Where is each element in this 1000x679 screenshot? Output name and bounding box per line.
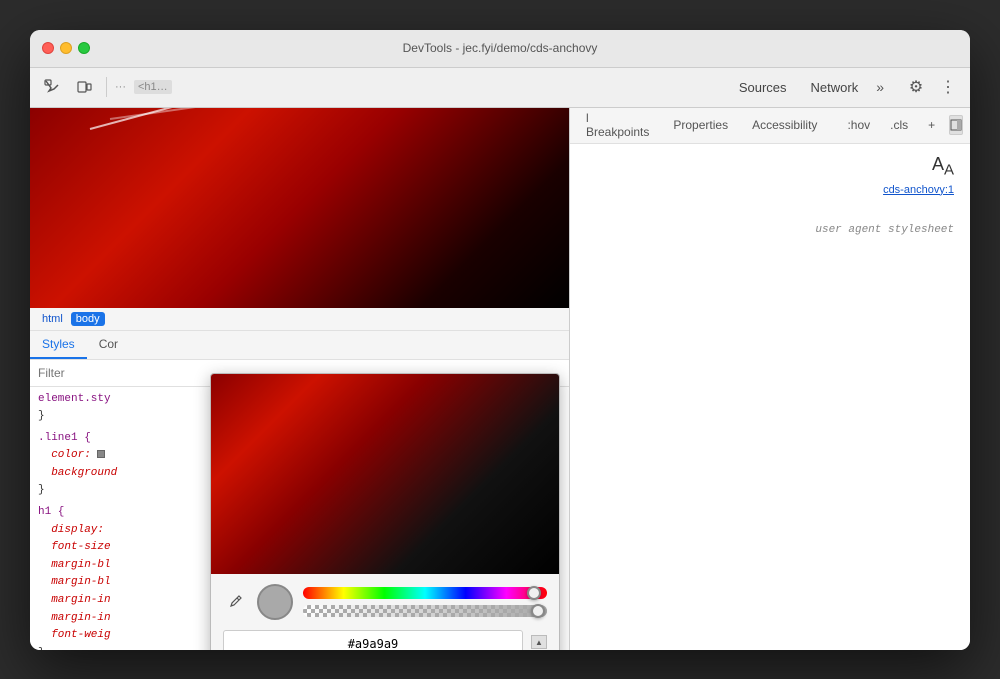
alpha-slider[interactable]: [303, 605, 547, 617]
tab-computed[interactable]: Cor: [87, 331, 130, 359]
right-content: AA cds-anchovy:1 user agent stylesheet: [570, 144, 970, 650]
color-controls: [211, 574, 559, 630]
tab-network[interactable]: Network: [799, 74, 871, 101]
tab-properties[interactable]: Properties: [665, 114, 736, 136]
page-preview: [30, 108, 569, 308]
breadcrumb-bar: html body: [30, 308, 569, 331]
devtools-window: DevTools - jec.fyi/demo/cds-anchovy ··· …: [30, 30, 970, 650]
color-preview-circle: [257, 584, 293, 620]
inspector-icon[interactable]: [38, 73, 66, 101]
close-button[interactable]: [42, 42, 54, 54]
html-breadcrumb[interactable]: html: [38, 313, 67, 325]
color-picker-popup: HEX ▲ ▼ Contrast ratio 27.05% 🚫: [210, 373, 560, 650]
tab-sources[interactable]: Sources: [727, 74, 799, 101]
alpha-overlay: [303, 605, 547, 617]
styles-header: Styles Cor: [30, 331, 569, 360]
sliders-area: [303, 587, 547, 617]
hov-button[interactable]: :hov: [841, 114, 876, 136]
cls-button[interactable]: .cls: [884, 114, 914, 136]
tab-accessibility[interactable]: Accessibility: [744, 114, 825, 136]
alpha-thumb[interactable]: [531, 604, 545, 618]
titlebar: DevTools - jec.fyi/demo/cds-anchovy: [30, 30, 970, 68]
tab-breakpoints[interactable]: l Breakpoints: [578, 108, 657, 144]
hue-slider[interactable]: [303, 587, 547, 599]
minimize-button[interactable]: [60, 42, 72, 54]
settings-icon[interactable]: ⚙: [902, 73, 930, 101]
body-breadcrumb[interactable]: body: [71, 312, 105, 326]
hex-input[interactable]: [224, 631, 522, 650]
traffic-lights: [42, 42, 90, 54]
hex-input-wrapper: [223, 630, 523, 650]
kebab-menu-icon[interactable]: ⋮: [934, 73, 962, 101]
add-rule-button[interactable]: +: [922, 114, 941, 136]
html-tag: <h1…: [134, 80, 172, 94]
right-panel: l Breakpoints Properties Accessibility :…: [570, 108, 970, 650]
toolbar-separator: [106, 77, 107, 97]
breadcrumb-dots: ···: [115, 81, 126, 93]
main-area: html body Styles Cor element.sty } .line…: [30, 108, 970, 650]
maximize-button[interactable]: [78, 42, 90, 54]
devtools-toolbar: ··· <h1… Sources Network » ⚙ ⋮: [30, 68, 970, 108]
left-panel: html body Styles Cor element.sty } .line…: [30, 108, 570, 650]
tab-styles[interactable]: Styles: [30, 331, 87, 359]
toolbar-tabs: Sources Network »: [727, 74, 890, 101]
hex-arrows: ▲ ▼: [531, 635, 547, 650]
eyedropper-button[interactable]: [223, 590, 247, 614]
hex-increment-button[interactable]: ▲: [531, 635, 547, 649]
device-icon[interactable]: [70, 73, 98, 101]
color-gradient-canvas[interactable]: [211, 374, 559, 574]
hex-row: HEX ▲ ▼: [211, 630, 559, 650]
stylesheet-link[interactable]: cds-anchovy:1: [883, 184, 954, 196]
more-tabs-button[interactable]: »: [870, 75, 890, 99]
second-toolbar: l Breakpoints Properties Accessibility :…: [570, 108, 970, 144]
agent-stylesheet-label: user agent stylesheet: [815, 224, 954, 236]
window-title: DevTools - jec.fyi/demo/cds-anchovy: [403, 41, 598, 55]
toggle-sidebar-button[interactable]: [949, 115, 963, 135]
toolbar-actions: ⚙ ⋮: [902, 73, 962, 101]
css-selector: element.sty: [38, 393, 111, 405]
hex-input-area: HEX: [223, 630, 523, 650]
hue-thumb[interactable]: [527, 586, 541, 600]
font-size-indicator: AA: [932, 154, 954, 179]
color-swatch-inline[interactable]: [97, 450, 105, 458]
